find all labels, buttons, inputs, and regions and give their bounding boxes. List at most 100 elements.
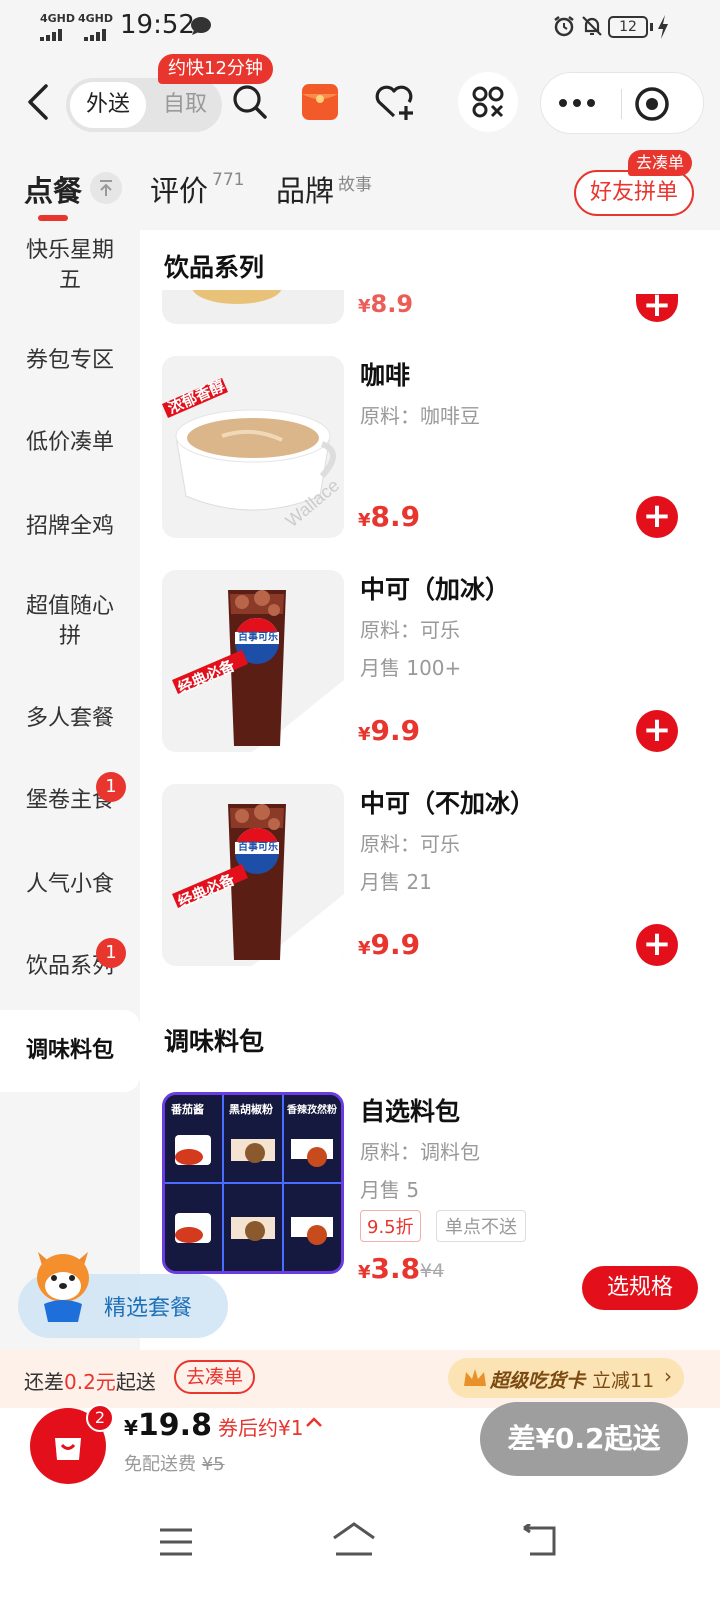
mini-program-capsule (540, 72, 704, 134)
toggle-pickup[interactable]: 自取 (152, 82, 218, 128)
sidebar-item-chicken[interactable]: 招牌全鸡 (0, 512, 140, 542)
product-sales: 月售 100+ (360, 656, 462, 680)
signal-2: 4GHD (78, 12, 114, 25)
signal-bars-icon (84, 26, 112, 45)
product-desc: 原料：可乐 (360, 618, 460, 642)
back-icon[interactable] (22, 82, 52, 126)
product-name: 自选料包 (360, 1097, 461, 1126)
after-coupon-price[interactable]: 券后约¥1 (218, 1412, 303, 1441)
product-sales: 月售 21 (360, 870, 432, 894)
chevron-up-icon[interactable] (304, 1410, 324, 1438)
mute-icon (580, 14, 604, 42)
notice-text: 还差0.2元起送 (24, 1370, 156, 1394)
group-order-badge: 去凑单 (628, 150, 693, 176)
battery-icon: 12 (608, 16, 648, 38)
plus-icon: + (642, 496, 672, 536)
super-card-banner[interactable]: 超级吃货卡 立减11 › (448, 1358, 684, 1398)
product-name: 中可（加冰） (360, 575, 511, 604)
battery-tip (650, 23, 653, 31)
clock: 19:52 (120, 10, 195, 40)
tab-reviews[interactable]: 评价 (150, 168, 208, 210)
cart-total: ¥19.8 (124, 1408, 212, 1443)
toggle-delivery[interactable]: 外送 (70, 82, 146, 128)
image-label: 番茄酱 (171, 1103, 204, 1116)
red-packet-icon[interactable] (300, 82, 340, 126)
product-image-partial (162, 290, 344, 324)
min-order-notice: 还差0.2元起送 去凑单 超级吃货卡 立减11 › (0, 1350, 720, 1408)
tab-brand[interactable]: 品牌 (276, 168, 334, 210)
original-price: ¥4 (420, 1260, 445, 1282)
search-icon[interactable] (232, 84, 268, 124)
product-name: 中可（不加冰） (360, 789, 536, 818)
cart-icon (55, 1438, 81, 1460)
pin-top-icon[interactable] (90, 172, 122, 204)
scan-icon (472, 86, 504, 118)
select-spec-button[interactable]: 选规格 (582, 1266, 698, 1310)
category-sidebar: 快乐星期五 券包专区 低价凑单 招牌全鸡 超值随心拼 多人套餐 堡卷主食 1 人… (0, 230, 140, 1360)
tab-order[interactable]: 点餐 (24, 168, 82, 210)
add-button-cola-noice[interactable]: + (636, 924, 678, 966)
add-items-button[interactable]: 去凑单 (174, 1360, 256, 1394)
product-price: ¥9.9 (358, 928, 421, 961)
product-sales: 月售 5 (360, 1178, 420, 1202)
sidebar-item-snacks[interactable]: 人气小食 (0, 870, 140, 900)
status-bar: 4GHD 4GHD 19:52 12 (0, 0, 720, 52)
system-nav-bar (0, 1522, 720, 1600)
chevron-right-icon: › (664, 1364, 672, 1388)
sidebar-item-lowprice[interactable]: 低价凑单 (0, 428, 140, 458)
group-order-button[interactable]: 好友拼单 (574, 170, 694, 216)
sidebar-item-seasoning[interactable]: 调味料包 (0, 1010, 140, 1092)
add-button-cola-ice[interactable]: + (636, 710, 678, 752)
product-image-cola-ice: 百事可乐 经典必备 (162, 570, 344, 752)
brand-label: 百事可乐 (238, 842, 278, 853)
sidebar-badge-drinks: 1 (96, 938, 126, 968)
product-desc: 原料：可乐 (360, 832, 460, 856)
sidebar-item-friday[interactable]: 快乐星期五 (0, 236, 140, 296)
scan-button[interactable] (458, 72, 518, 132)
discount-tag: 9.5折 (360, 1210, 421, 1242)
delivery-fee: 免配送费 ¥5 (124, 1454, 225, 1475)
product-image-coffee: Wallace 浓郁香醇 (162, 356, 344, 538)
plus-icon: + (642, 710, 672, 750)
delivery-time-tip: 约快12分钟 (158, 54, 273, 84)
plus-icon: + (642, 924, 672, 964)
sidebar-item-coupons[interactable]: 券包专区 (0, 346, 140, 376)
tab-underline (38, 215, 68, 221)
sidebar-item-mix[interactable]: 超值随心拼 (0, 592, 140, 652)
target-icon[interactable] (633, 85, 671, 127)
super-card-label: 超级吃货卡 (490, 1370, 586, 1392)
capsule-divider (621, 89, 622, 119)
image-label: 香辣孜然粉 (287, 1105, 337, 1116)
sidebar-item-group-meal[interactable]: 多人套餐 (0, 704, 140, 734)
product-price: ¥3.8 (358, 1252, 421, 1285)
more-icon[interactable] (557, 91, 597, 119)
heart-plus-icon[interactable] (374, 82, 416, 126)
cart-count-badge: 2 (86, 1404, 114, 1432)
sidebar-badge-burgers: 1 (96, 772, 126, 802)
alarm-icon (552, 14, 576, 42)
section-title-seasoning: 调味料包 (164, 1027, 265, 1056)
charging-icon (656, 14, 670, 44)
product-desc: 原料：咖啡豆 (360, 404, 480, 428)
signal-1: 4GHD (40, 12, 76, 25)
shiba-mascot-icon (30, 1244, 96, 1328)
home-icon[interactable] (330, 1520, 378, 1564)
delivery-mode-toggle[interactable]: 外送 自取 (66, 78, 222, 132)
featured-package-label: 精选套餐 (104, 1296, 193, 1321)
super-card-offer: 立减11 (592, 1370, 655, 1392)
product-price: ¥9.9 (358, 714, 421, 747)
cart-bar: 2 ¥19.8 券后约¥1 免配送费 ¥5 差¥0.2起送 (0, 1402, 720, 1526)
image-label: 黑胡椒粉 (229, 1103, 273, 1116)
brand-sup: 故事 (338, 175, 372, 195)
menu-icon[interactable] (158, 1526, 194, 1562)
product-image-cola-noice: 百事可乐 经典必备 (162, 784, 344, 966)
product-desc: 原料：调料包 (360, 1140, 480, 1164)
product-price-partial: ¥8.9 (358, 290, 414, 318)
crown-icon (464, 1369, 486, 1386)
product-image-seasoning: 番茄酱 黑胡椒粉 香辣孜然粉 (162, 1092, 344, 1274)
product-name: 咖啡 (360, 361, 411, 390)
product-price: ¥8.9 (358, 500, 421, 533)
return-icon[interactable] (520, 1522, 558, 1562)
add-button-coffee[interactable]: + (636, 496, 678, 538)
checkout-button[interactable]: 差¥0.2起送 (480, 1402, 688, 1476)
